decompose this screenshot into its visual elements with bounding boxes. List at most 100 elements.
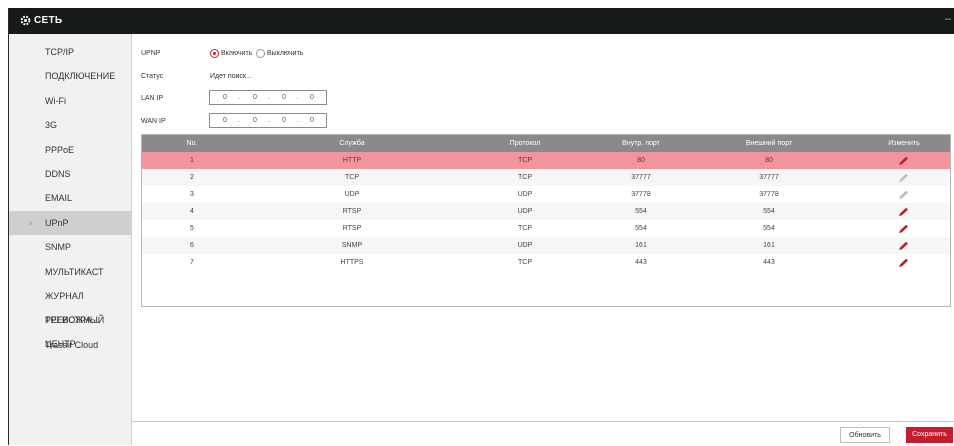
cell-external-port: 554 [763,208,775,215]
upnp-disable-radio[interactable] [256,49,265,58]
gear-icon [20,15,31,26]
wan-ip-octet[interactable]: 0 [282,117,286,124]
upnp-enable-label[interactable]: Включить [221,50,252,57]
cell-protocol: UDP [517,208,533,215]
cell-protocol: UDP [517,191,533,198]
cell-service: HTTPS [340,259,364,266]
cell-service: RTSP [342,225,362,232]
table-row[interactable]: 2 TCP TCP 37777 37777 [142,169,950,186]
cell-internal-port: 37778 [631,191,651,198]
sidebar-item-label: 3G [45,120,58,131]
sidebar-item[interactable]: TCP/IP [9,40,131,64]
cell-internal-port: 554 [635,225,647,232]
sidebar-item[interactable]: › UPnP [9,210,131,235]
upnp-disable-label[interactable]: Выключить [267,50,303,57]
sidebar-item[interactable]: МУЛЬТИКАСТ [9,260,131,284]
col-header-internal-port: Внутр. порт [622,140,660,147]
network-window: СЕТЬ – TCP/IP ПОДКЛЮЧЕНИЕ Wi-Fi 3G PPPoE DDNS… [8,8,954,446]
sidebar-item[interactable]: DDNS [9,162,131,186]
table-row[interactable]: 6 SNMP UDP 161 161 [142,237,950,254]
chevron-right-icon: › [29,217,32,228]
cell-service: HTTP [342,157,362,164]
cell-external-port: 443 [763,259,775,266]
upnp-enable-radio[interactable] [210,49,219,58]
cell-external-port: 37777 [759,174,779,181]
cell-no: 2 [190,174,194,181]
cell-service: RTSP [342,208,362,215]
lan-ip-octet[interactable]: 0 [223,94,227,101]
cell-no: 7 [190,259,194,266]
upnp-label: UPNP [141,50,161,57]
refresh-button[interactable]: Обновить [840,427,890,443]
cell-internal-port: 443 [635,259,647,266]
cell-external-port: 554 [763,225,775,232]
col-header-protocol: Протокол [509,140,541,147]
sidebar-item[interactable]: ПОДКЛЮЧЕНИЕ [9,64,131,88]
bottom-bar: Обновить Сохранить [132,421,954,446]
title-bar: СЕТЬ – [9,8,954,34]
cell-internal-port: 80 [637,157,645,164]
sidebar-item-label: TCP/IP [45,47,75,57]
table-row[interactable]: 5 RTSP TCP 554 554 [142,220,950,237]
table-row[interactable]: 3 UDP UDP 37778 37778 [142,186,950,203]
sidebar-item-label: ПОДКЛЮЧЕНИЕ [45,71,116,82]
cell-service: TCP [345,174,359,181]
lan-ip-octet[interactable]: 0 [253,94,257,101]
cell-protocol: TCP [518,174,532,181]
wan-ip-octet[interactable]: 0 [223,117,227,124]
pencil-icon[interactable] [897,207,909,217]
cell-protocol: TCP [518,157,532,164]
cell-no: 4 [190,208,194,215]
sidebar-item-label: DDNS [45,169,71,179]
wan-ip-octet[interactable]: 0 [253,117,257,124]
status-value: Идет поиск... [210,73,252,80]
table-header: No. Служба Протокол Внутр. порт Внешний … [142,135,950,152]
minimize-button[interactable]: – [945,13,951,25]
lan-ip-field[interactable]: 0 . 0 . 0 . 0 [209,90,327,105]
table-row[interactable]: 4 RTSP UDP 554 554 [142,203,950,220]
sidebar-item[interactable]: SNMP [9,235,131,259]
sidebar-item-label: МУЛЬТИКАСТ [45,266,104,277]
pencil-icon [899,190,908,199]
cell-internal-port: 161 [635,242,647,249]
sidebar-item[interactable]: ТРЕВОЖНЫЙ ЦЕНТР [9,308,131,349]
table-row[interactable]: 7 HTTPS TCP 443 443 [142,254,950,271]
cell-no: 6 [190,242,194,249]
lan-ip-octet[interactable]: 0 [310,94,314,101]
cell-no: 3 [190,191,194,198]
pencil-icon[interactable] [897,241,909,251]
sidebar-item-label: Wi-Fi [45,95,66,106]
sidebar: TCP/IP ПОДКЛЮЧЕНИЕ Wi-Fi 3G PPPoE DDNS EMAIL › U… [9,34,132,445]
sidebar-item[interactable]: EMAIL [9,186,131,210]
col-header-external-port: Внешний порт [745,140,793,147]
pencil-icon[interactable] [897,224,909,234]
sidebar-item-label: UPnP [45,217,69,228]
sidebar-item[interactable]: PPPoE [9,138,131,162]
cell-internal-port: 37777 [631,174,651,181]
pencil-icon[interactable] [897,258,909,268]
sidebar-item[interactable]: ЖУРНАЛ РЕГИСТРА... [9,284,131,325]
cell-service: UDP [344,191,360,198]
sidebar-item[interactable]: 3G [9,113,131,137]
cell-external-port: 80 [765,157,773,164]
window-title: СЕТЬ [34,15,63,26]
sidebar-item[interactable]: Wi-Fi [9,89,131,113]
sidebar-item-label: PPPoE [45,144,75,155]
save-button[interactable]: Сохранить [906,427,953,443]
lan-ip-octet[interactable]: 0 [282,94,286,101]
wan-ip-label: WAN IP [141,118,166,125]
cell-external-port: 37778 [759,191,779,198]
col-header-service: Служба [339,140,365,147]
port-mapping-table: No. Служба Протокол Внутр. порт Внешний … [141,134,951,307]
wan-ip-octet[interactable]: 0 [310,117,314,124]
wan-ip-field[interactable]: 0 . 0 . 0 . 0 [209,113,327,128]
cell-service: SNMP [341,242,363,249]
sidebar-item-label: SNMP [45,242,72,253]
sidebar-item[interactable]: Trassir Cloud [9,333,131,357]
cell-external-port: 161 [763,242,775,249]
table-row[interactable]: 1 HTTP TCP 80 80 [142,152,950,169]
pencil-icon[interactable] [897,156,909,166]
col-header-no: No. [186,140,198,147]
lan-ip-label: LAN IP [141,95,164,102]
col-header-edit: Изменить [888,140,920,147]
